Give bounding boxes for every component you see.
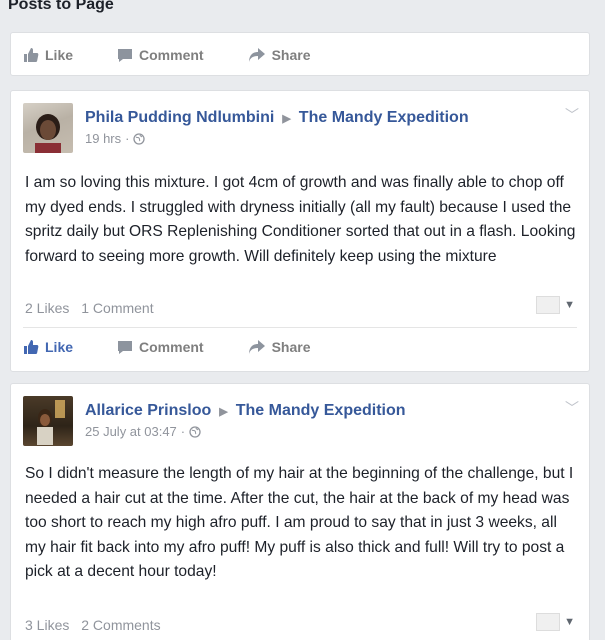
page-name[interactable]: The Mandy Expedition <box>236 402 406 420</box>
likes-count[interactable]: 3 Likes <box>25 617 69 633</box>
page-thumbnail <box>536 613 561 631</box>
profile-photo-icon <box>35 114 61 153</box>
share-button[interactable]: Share <box>248 339 311 355</box>
post-actions: Like Comment Share <box>23 332 577 362</box>
like-button[interactable]: Like <box>23 339 73 355</box>
post-counts: 2 Likes 1 Comment <box>25 300 162 316</box>
page-selector[interactable]: ▼ <box>536 296 575 314</box>
author-name[interactable]: Allarice Prinsloo <box>85 402 211 420</box>
post-text: I am so loving this mixture. I got 4cm o… <box>25 174 576 265</box>
comments-count[interactable]: 1 Comment <box>81 300 153 316</box>
post-actions: Like Comment Share <box>23 40 577 70</box>
post-timestamp[interactable]: 19 hrs <box>85 131 121 146</box>
share-button[interactable]: Share <box>248 47 311 63</box>
share-icon <box>248 48 265 62</box>
post-text: So I didn't measure the length of my hai… <box>25 465 574 580</box>
author-name[interactable]: Phila Pudding Ndlumbini <box>85 109 274 127</box>
post-header: Phila Pudding Ndlumbini ▶ The Mandy Expe… <box>85 109 469 146</box>
share-icon <box>248 340 265 354</box>
post-header: Allarice Prinsloo ▶ The Mandy Expedition… <box>85 402 406 439</box>
comments-count[interactable]: 2 Comments <box>81 617 160 633</box>
caret-down-icon: ▼ <box>564 299 575 311</box>
page-thumbnail <box>536 296 561 314</box>
thumbs-up-icon <box>24 340 39 354</box>
likes-count[interactable]: 2 Likes <box>25 300 69 316</box>
triangle-right-icon: ▶ <box>282 112 291 125</box>
post-counts: 3 Likes 2 Comments <box>25 617 169 633</box>
comment-icon <box>118 49 133 62</box>
post-timestamp[interactable]: 25 July at 03:47 <box>85 424 177 439</box>
divider <box>23 327 577 328</box>
post-card: Phila Pudding Ndlumbini ▶ The Mandy Expe… <box>10 90 590 372</box>
post-card: Allarice Prinsloo ▶ The Mandy Expedition… <box>10 383 590 640</box>
caret-down-icon: ▼ <box>564 616 575 628</box>
comment-button[interactable]: Comment <box>117 47 204 63</box>
profile-photo-icon <box>37 400 65 445</box>
globe-icon <box>189 425 201 438</box>
previous-post-card: Like Comment Share <box>10 32 590 76</box>
comment-button[interactable]: Comment <box>117 339 204 355</box>
section-title: Posts to Page <box>8 0 114 13</box>
like-button[interactable]: Like <box>23 47 73 63</box>
chevron-down-icon[interactable]: ﹀ <box>565 105 579 125</box>
avatar[interactable] <box>23 396 73 446</box>
avatar[interactable] <box>23 103 73 153</box>
comment-icon <box>118 341 133 354</box>
chevron-down-icon[interactable]: ﹀ <box>565 398 579 418</box>
thumbs-up-icon <box>24 48 39 62</box>
page-name[interactable]: The Mandy Expedition <box>299 109 469 127</box>
triangle-right-icon: ▶ <box>219 405 228 418</box>
page-selector[interactable]: ▼ <box>536 613 575 631</box>
globe-icon <box>133 132 146 145</box>
